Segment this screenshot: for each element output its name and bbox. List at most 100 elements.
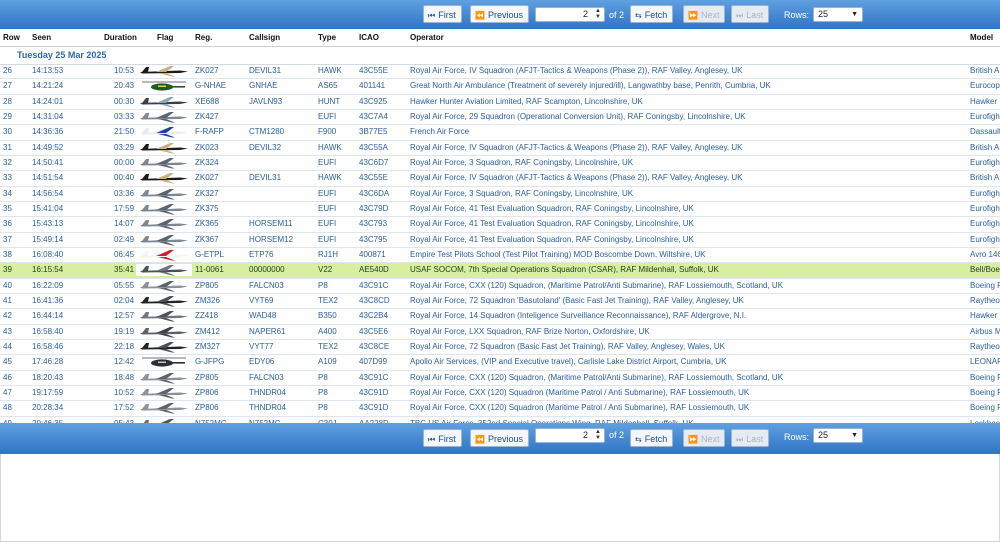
duration: 03:33: [114, 111, 135, 121]
icao-code: 43C6D7: [359, 157, 389, 167]
table-row[interactable]: 45 17:46:28 12:42 G-JFPG EDY06 A109 407D99 Apol…: [0, 355, 1000, 371]
duration: 35:41: [114, 265, 135, 275]
model: Eurofigh: [970, 219, 1000, 229]
icao-code: 43C8CE: [359, 341, 390, 351]
registration: ZK365: [195, 219, 219, 229]
last-button[interactable]: ⏭ Last: [731, 5, 770, 23]
callsign: WAD48: [249, 311, 277, 321]
aircraft-type: V22: [318, 265, 333, 275]
previous-button[interactable]: ⏪ Previous: [470, 429, 529, 447]
registration: ZM327: [195, 341, 220, 351]
table-row[interactable]: 26 14:13:53 10:53 ZK027 DEVIL31 HAWK 43C55E Roy…: [0, 64, 1000, 80]
seen-time: 16:41:36: [32, 295, 64, 305]
table-row[interactable]: 47 19:17:59 10:52 ZP806 THNDR04 P8 43C91D Royal…: [0, 386, 1000, 402]
aircraft-type: B350: [318, 311, 337, 321]
next-button[interactable]: ⏩ Next: [683, 5, 726, 23]
table-row[interactable]: 41 16:41:36 02:04 ZM326 VYT69 TEX2 43C8CD Royal…: [0, 294, 1000, 310]
page-input[interactable]: 2 ▲ ▼: [535, 428, 605, 443]
registration: ZP805: [195, 372, 219, 382]
aircraft-type: RJ1H: [318, 249, 339, 259]
table-row[interactable]: 39 16:15:54 35:41 11-0061 00000000 V22 AE540D U…: [0, 263, 1000, 279]
registration: ZM326: [195, 295, 220, 305]
registration: ZK327: [195, 188, 219, 198]
icao-code: 43C2B4: [359, 311, 388, 321]
aircraft-flag-icon: [136, 172, 192, 185]
model: Eurofigh: [970, 111, 1000, 121]
fetch-button[interactable]: ⇆ Fetch: [630, 5, 674, 23]
registration: G-NHAE: [195, 81, 227, 91]
icao-code: 43C7A4: [359, 111, 388, 121]
previous-button[interactable]: ⏪ Previous: [470, 5, 529, 23]
next-button[interactable]: ⏩ Next: [683, 429, 726, 447]
registration: ZK027: [195, 66, 219, 75]
header-callsign[interactable]: Callsign: [249, 33, 280, 42]
table-row[interactable]: 29 14:31:04 03:33 ZK427 EUFI 43C7A4 Royal Air …: [0, 110, 1000, 126]
header-model[interactable]: Model: [970, 33, 993, 42]
callsign: VYT69: [249, 295, 274, 305]
table-row[interactable]: 43 16:58:40 19:19 ZM412 NAPER61 A400 43C5E6 Roy…: [0, 325, 1000, 340]
page-spinner[interactable]: ▲ ▼: [593, 8, 603, 21]
chevron-down-icon: ▼: [851, 11, 858, 18]
callsign: GNHAE: [249, 81, 278, 91]
model: Avro 146: [970, 249, 1000, 259]
first-button[interactable]: ⏮ First: [423, 429, 462, 447]
header-type[interactable]: Type: [318, 33, 336, 42]
aircraft-flag-icon: [136, 402, 192, 415]
table-row[interactable]: 32 14:50:41 00:00 ZK324 EUFI 43C6D7 Royal Air …: [0, 156, 1000, 172]
table-row[interactable]: 34 14:56:54 03:36 ZK327 EUFI 43C6DA Royal Air …: [0, 187, 1000, 202]
row-number: 32: [3, 157, 12, 167]
aircraft-flag-icon: [136, 80, 192, 93]
table-row[interactable]: 40 16:22:09 05:55 ZP805 FALCN03 P8 43C91C Royal…: [0, 279, 1000, 294]
page-spinner[interactable]: ▲ ▼: [593, 429, 603, 442]
header-row[interactable]: Row: [3, 33, 20, 42]
duration: 06:45: [114, 249, 135, 259]
operator: Royal Air Force, CXX (120) Squadron, (Ma…: [410, 372, 784, 382]
table-row[interactable]: 48 20:28:34 17:52 ZP806 THNDR04 P8 43C91D Royal…: [0, 401, 1000, 417]
model: Eurocopt: [970, 81, 1000, 91]
table-row[interactable]: 37 15:49:14 02:49 ZK367 HORSEM12 EUFI 43C795 Ro…: [0, 233, 1000, 248]
header-seen[interactable]: Seen: [32, 33, 51, 42]
empty-area: [0, 454, 1000, 542]
header-duration[interactable]: Duration: [104, 33, 137, 42]
table-row[interactable]: 38 16:08:40 06:45 G-ETPL ETP76 RJ1H 400871 Empi…: [0, 248, 1000, 264]
last-button[interactable]: ⏭ Last: [731, 429, 770, 447]
aircraft-flag-icon: [136, 187, 192, 200]
aircraft-flag-icon: [136, 65, 192, 77]
callsign: NAPER61: [249, 326, 286, 336]
aircraft-flag-icon: [136, 126, 192, 139]
row-number: 33: [3, 173, 12, 183]
table-row[interactable]: 46 18:20:43 18:48 ZP805 FALCN03 P8 43C91C Royal…: [0, 371, 1000, 386]
icao-code: 43C55E: [359, 173, 388, 183]
model: LEONAR: [970, 357, 1000, 367]
icao-code: 407D99: [359, 357, 388, 367]
operator: Royal Air Force, 41 Test Evaluation Squa…: [410, 219, 694, 229]
icao-code: 43C91D: [359, 387, 389, 397]
header-icao[interactable]: ICAO: [359, 33, 379, 42]
header-flag[interactable]: Flag: [157, 33, 173, 42]
page-input[interactable]: 2 ▲ ▼: [535, 7, 605, 22]
aircraft-type: P8: [318, 280, 328, 290]
table-row[interactable]: 30 14:36:36 21:50 F-RAFP CTM1280 F900 3B77E5 Fr…: [0, 125, 1000, 141]
rows-select[interactable]: 25 ▼: [813, 428, 863, 443]
aircraft-flag-icon: [136, 141, 192, 154]
aircraft-flag-icon: [136, 340, 192, 353]
table-row[interactable]: 35 15:41:04 17:59 ZK375 EUFI 43C79D Royal Air …: [0, 202, 1000, 218]
operator: French Air Force: [410, 127, 470, 137]
callsign: THNDR04: [249, 387, 286, 397]
next-icon: ⏩: [688, 435, 698, 444]
aircraft-flag-icon: [136, 386, 192, 399]
table-row[interactable]: 27 14:21:24 20:43 G-NHAE GNHAE AS65 401141 Grea…: [0, 79, 1000, 95]
table-row[interactable]: 28 14:24:01 00:30 XE688 JAVLN93 HUNT 43C925 Haw…: [0, 95, 1000, 110]
table-row[interactable]: 31 14:49:52 03:29 ZK023 DEVIL32 HAWK 43C55A Roy…: [0, 141, 1000, 156]
header-reg[interactable]: Reg.: [195, 33, 212, 42]
icao-code: 43C55E: [359, 66, 388, 75]
fetch-button[interactable]: ⇆ Fetch: [630, 429, 674, 447]
first-button[interactable]: ⏮ First: [423, 5, 462, 23]
table-row[interactable]: 33 14:51:54 00:40 ZK027 DEVIL31 HAWK 43C55E Roy…: [0, 171, 1000, 187]
aircraft-type: P8: [318, 403, 328, 413]
table-row[interactable]: 42 16:44:14 12:57 ZZ418 WAD48 B350 43C2B4 Royal…: [0, 309, 1000, 325]
rows-select[interactable]: 25 ▼: [813, 7, 863, 22]
header-operator[interactable]: Operator: [410, 33, 444, 42]
table-row[interactable]: 36 15:43:13 14:07 ZK365 HORSEM11 EUFI 43C793 Ro…: [0, 217, 1000, 233]
table-row[interactable]: 44 16:58:46 22:18 ZM327 VYT77 TEX2 43C8CE Royal…: [0, 340, 1000, 356]
